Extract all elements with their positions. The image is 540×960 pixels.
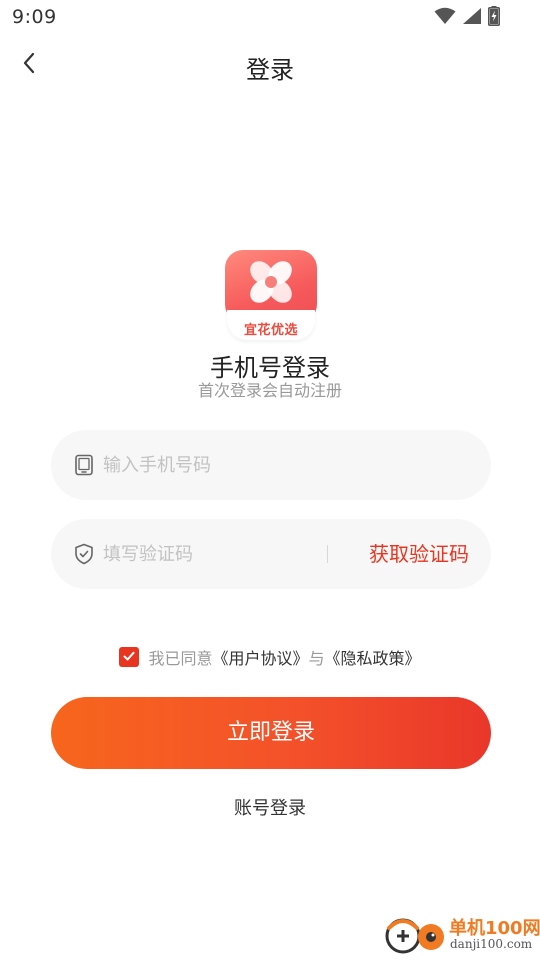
app-logo: 宜花优选 [225, 250, 317, 342]
agree-checkbox[interactable] [119, 647, 140, 667]
agreement-prefix: 我已同意 [148, 649, 213, 668]
shield-check-icon [73, 543, 95, 565]
field-divider [327, 545, 328, 563]
check-icon [122, 648, 136, 667]
flower-logo-icon [243, 254, 299, 314]
user-agreement-link[interactable]: 《用户协议》 [212, 645, 308, 669]
battery-charging-icon [488, 6, 500, 30]
phone-field [51, 430, 491, 500]
get-code-button[interactable]: 获取验证码 [369, 519, 469, 589]
login-screen: 9:09 登录 宜花优选 手机号登录 首次登录会自动注册 输入手机号码 填写验证… [0, 0, 540, 960]
privacy-policy-link[interactable]: 《隐私政策》 [325, 645, 421, 669]
status-icons [434, 6, 500, 30]
code-field: 获取验证码 [51, 519, 491, 589]
agreement-row: 我已同意 《用户协议》 与 《隐私政策》 [0, 645, 540, 669]
status-bar: 9:09 [0, 0, 540, 36]
account-login-link[interactable]: 账号登录 [0, 794, 540, 820]
watermark-url: danji100.com [450, 937, 533, 951]
page-title: 登录 [246, 56, 294, 84]
wifi-icon [434, 7, 456, 29]
code-input[interactable] [103, 519, 343, 589]
phone-input[interactable] [103, 430, 343, 500]
status-time: 9:09 [12, 6, 57, 28]
login-subtitle: 首次登录会自动注册 [197, 381, 342, 400]
agreement-conjunction: 与 [308, 649, 325, 668]
phone-icon [73, 454, 95, 476]
logo-text: 宜花优选 [243, 323, 298, 338]
signal-icon [462, 7, 482, 29]
header: 登录 [0, 40, 540, 96]
watermark: 单机100网 danji100.com [384, 910, 540, 960]
login-button[interactable]: 立即登录 [51, 697, 491, 769]
watermark-logo-icon [384, 916, 448, 960]
